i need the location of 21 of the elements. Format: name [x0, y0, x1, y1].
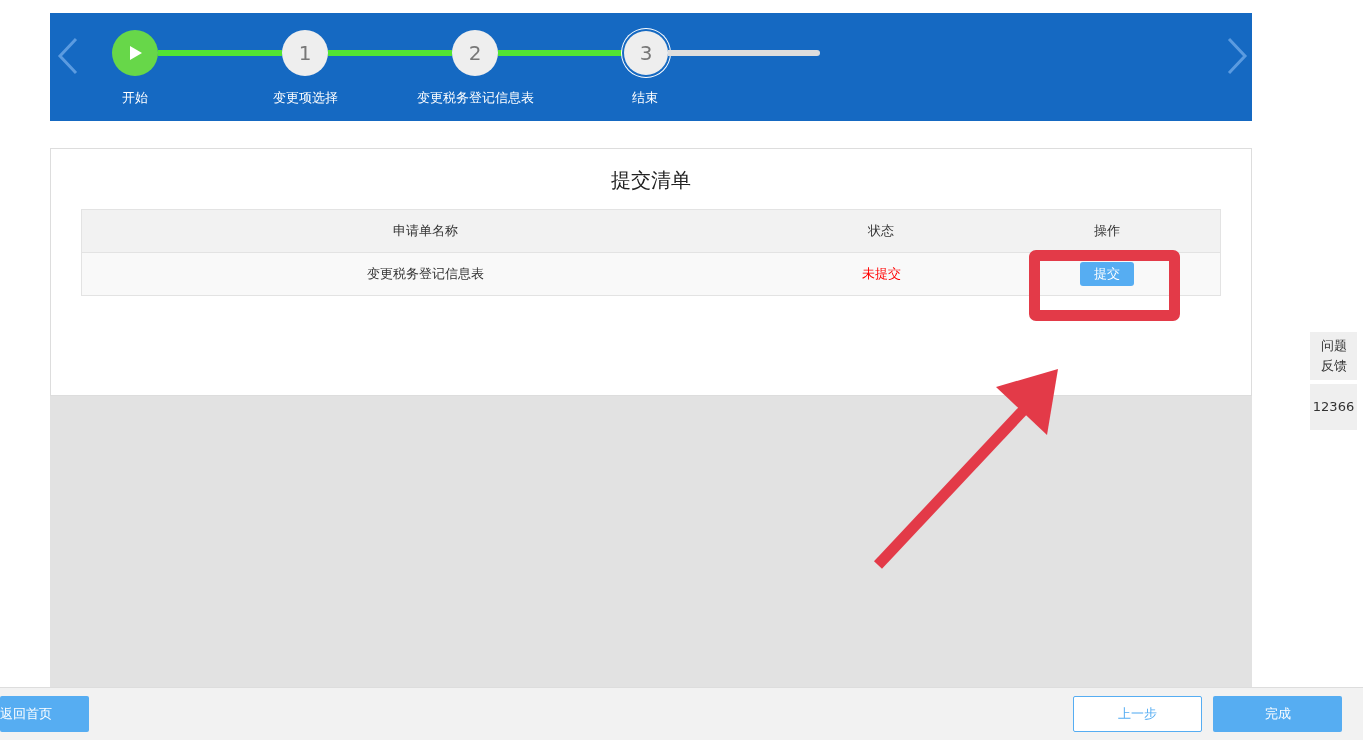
home-button[interactable]: 返回首页: [0, 696, 89, 732]
step-number: 2: [452, 30, 498, 76]
step-number: 1: [282, 30, 328, 76]
column-header: 状态: [867, 222, 895, 240]
feedback-button[interactable]: 问题反馈: [1310, 332, 1357, 380]
step-label: 开始: [122, 89, 148, 107]
step-label: 变更税务登记信息表: [416, 89, 534, 107]
step-label: 结束: [632, 89, 658, 107]
step-label: 变更项选择: [272, 89, 338, 107]
column-header: 操作: [1093, 222, 1121, 240]
previous-button[interactable]: 上一步: [1073, 696, 1202, 732]
chevron-left-icon[interactable]: [57, 37, 79, 75]
table-cell-text: 变更税务登记信息表: [365, 265, 485, 283]
step-number: 3: [624, 31, 668, 75]
column-header: 申请单名称: [391, 222, 459, 240]
hotline-button[interactable]: 12366: [1310, 384, 1357, 430]
panel-title: 提交清单: [610, 167, 692, 194]
submit-button[interactable]: 提交: [1080, 262, 1134, 286]
chevron-right-icon[interactable]: [1226, 37, 1248, 75]
status-text: 未提交: [860, 265, 902, 283]
finish-button[interactable]: 完成: [1213, 696, 1342, 732]
